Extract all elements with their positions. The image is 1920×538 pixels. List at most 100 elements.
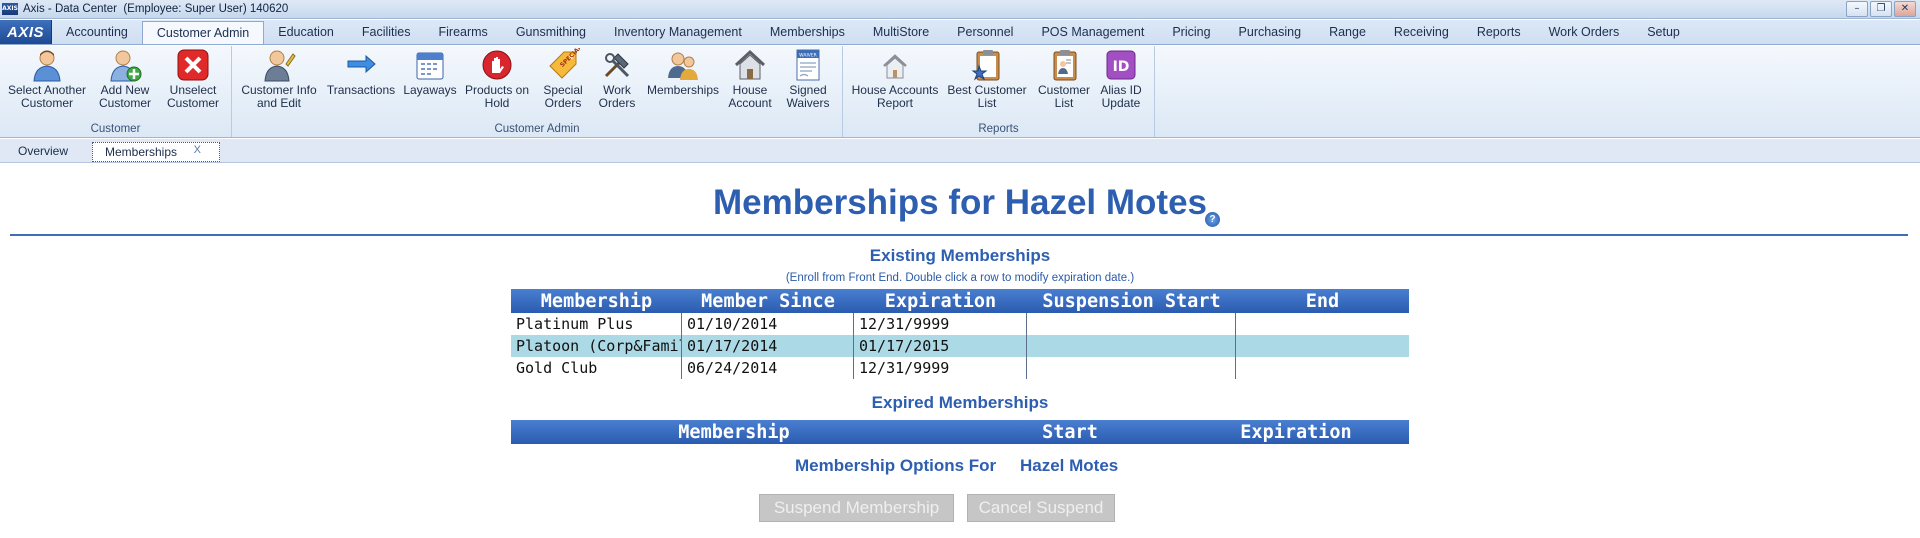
app-menu-button[interactable]: AXIS — [0, 20, 52, 44]
existing-memberships-table: Membership Member Since Expiration Suspe… — [511, 289, 1409, 379]
alias-id-label-2: Update — [1101, 96, 1141, 110]
app-logo-icon: AXIS — [2, 3, 18, 15]
suspension-start-cell — [1027, 357, 1236, 379]
signed-waivers-button[interactable]: WAIVER Signed Waivers — [780, 48, 836, 110]
transactions-button[interactable]: Transactions — [324, 48, 398, 97]
layaways-button[interactable]: Layaways — [402, 48, 458, 97]
tab-purchasing[interactable]: Purchasing — [1225, 20, 1316, 44]
expired-table-header: Membership Start Expiration — [511, 420, 1409, 444]
add-person-icon — [110, 50, 142, 82]
tab-pricing[interactable]: Pricing — [1158, 20, 1224, 44]
expiration-cell: 01/17/2015 — [854, 335, 1027, 357]
existing-table-header: Membership Member Since Expiration Suspe… — [511, 289, 1409, 313]
table-row[interactable]: Platinum Plus 01/10/2014 12/31/9999 — [511, 313, 1409, 335]
window-controls: – ❐ ✕ — [1846, 1, 1916, 17]
member-since-cell: 01/17/2014 — [682, 335, 854, 357]
tab-receiving[interactable]: Receiving — [1380, 20, 1463, 44]
special-tag-icon: SPECIAL — [549, 48, 580, 79]
tab-gunsmithing[interactable]: Gunsmithing — [502, 20, 600, 44]
expired-memberships-table: Membership Start Expiration — [511, 420, 1409, 444]
special-orders-button[interactable]: SPECIAL Special Orders — [536, 48, 590, 110]
close-window-button[interactable]: ✕ — [1894, 1, 1916, 17]
tab-work-orders[interactable]: Work Orders — [1535, 20, 1634, 44]
unselect-customer-button[interactable]: Unselect Customer — [162, 48, 224, 110]
customer-list-button[interactable]: Customer List — [1035, 48, 1093, 110]
customer-info-edit-button[interactable]: Customer Info and Edit — [238, 48, 320, 110]
tab-memberships[interactable]: Memberships — [756, 20, 859, 44]
svg-text:WAIVER: WAIVER — [799, 53, 817, 59]
doc-tab-memberships-label: Memberships — [105, 145, 178, 159]
house-accounts-report-button[interactable]: House Accounts Report — [851, 48, 939, 110]
layaways-label: Layaways — [403, 83, 457, 97]
expired-memberships-heading: Expired Memberships — [871, 393, 1049, 412]
calendar-icon — [416, 52, 444, 80]
select-another-label-2: Customer — [20, 96, 73, 110]
tab-firearms[interactable]: Firearms — [425, 20, 502, 44]
info-edit-label-2: and Edit — [256, 96, 302, 110]
suspend-membership-button[interactable]: Suspend Membership — [759, 494, 954, 522]
tab-accounting[interactable]: Accounting — [52, 20, 142, 44]
tab-pos-management[interactable]: POS Management — [1027, 20, 1158, 44]
column-header-member-since[interactable]: Member Since — [682, 289, 854, 313]
membership-options-label: Membership Options For — [795, 456, 997, 475]
help-icon[interactable]: ? — [1205, 212, 1220, 227]
restore-button[interactable]: ❐ — [1870, 1, 1892, 17]
clipboard-star-icon — [971, 50, 1000, 81]
member-since-cell: 06/24/2014 — [682, 357, 854, 379]
add-new-customer-button[interactable]: Add New Customer — [94, 48, 156, 110]
document-tabs: Overview Memberships X — [0, 139, 1920, 163]
page-title: Memberships for Hazel Motes — [713, 183, 1207, 222]
membership-cell: Platinum Plus — [511, 313, 682, 335]
existing-memberships-hint: (Enroll from Front End. Double click a r… — [785, 272, 1135, 284]
expiration-cell: 12/31/9999 — [854, 313, 1027, 335]
close-tab-icon[interactable]: X — [194, 141, 201, 159]
red-x-icon — [177, 49, 209, 81]
title-divider — [10, 234, 1908, 236]
doc-tab-memberships[interactable]: Memberships X — [92, 142, 220, 162]
memberships-button[interactable]: Memberships — [644, 48, 722, 97]
house-account-button[interactable]: House Account — [724, 48, 776, 110]
column-header-membership[interactable]: Membership — [511, 289, 682, 313]
tab-setup[interactable]: Setup — [1633, 20, 1694, 44]
tab-facilities[interactable]: Facilities — [348, 20, 425, 44]
doc-tab-overview[interactable]: Overview — [10, 142, 76, 162]
memberships-label: Memberships — [646, 83, 720, 97]
expiration-cell: 12/31/9999 — [854, 357, 1027, 379]
special-orders-label-2: Orders — [544, 96, 582, 110]
products-on-hold-button[interactable]: Products on Hold — [462, 48, 532, 110]
end-cell — [1236, 313, 1409, 335]
ribbon-group-customer: Select Another Customer Add New Customer… — [0, 46, 232, 137]
end-cell — [1236, 335, 1409, 357]
id-badge-icon: ID — [1106, 50, 1136, 80]
tab-education[interactable]: Education — [264, 20, 348, 44]
tab-inventory-management[interactable]: Inventory Management — [600, 20, 756, 44]
tab-reports[interactable]: Reports — [1463, 20, 1535, 44]
work-orders-button[interactable]: Work Orders — [592, 48, 642, 110]
membership-options-customer: Hazel Motes — [1020, 456, 1119, 475]
select-another-customer-button[interactable]: Select Another Customer — [6, 48, 88, 110]
table-row[interactable]: Gold Club 06/24/2014 12/31/9999 — [511, 357, 1409, 379]
minimize-button[interactable]: – — [1846, 1, 1868, 17]
group-label-customer-admin: Customer Admin — [494, 123, 580, 135]
end-cell — [1236, 357, 1409, 379]
tab-multistore[interactable]: MultiStore — [859, 20, 943, 44]
alias-id-update-button[interactable]: ID Alias ID Update — [1095, 48, 1147, 110]
best-customer-list-button[interactable]: Best Customer List — [947, 48, 1027, 110]
column-header-expiration[interactable]: Expiration — [1183, 420, 1409, 444]
table-row-selected[interactable]: Platoon (Corp&Family) 01/17/2014 01/17/2… — [511, 335, 1409, 357]
tab-range[interactable]: Range — [1315, 20, 1380, 44]
column-header-start[interactable]: Start — [957, 420, 1183, 444]
tab-personnel[interactable]: Personnel — [943, 20, 1027, 44]
column-header-expiration[interactable]: Expiration — [854, 289, 1027, 313]
suspension-start-cell — [1027, 313, 1236, 335]
column-header-end[interactable]: End — [1236, 289, 1409, 313]
unselect-label-2: Customer — [166, 96, 219, 110]
tab-customer-admin[interactable]: Customer Admin — [141, 21, 265, 44]
menu-bar: AXIS Accounting Customer Admin Education… — [0, 20, 1920, 45]
cancel-suspend-button[interactable]: Cancel Suspend — [967, 494, 1115, 522]
customer-list-label-2: List — [1054, 96, 1074, 110]
arrows-exchange-icon — [347, 54, 376, 74]
ribbon-group-customer-admin: Customer Info and Edit Transactions Laya… — [232, 46, 843, 137]
column-header-membership[interactable]: Membership — [511, 420, 957, 444]
column-header-suspension-start[interactable]: Suspension Start — [1027, 289, 1236, 313]
